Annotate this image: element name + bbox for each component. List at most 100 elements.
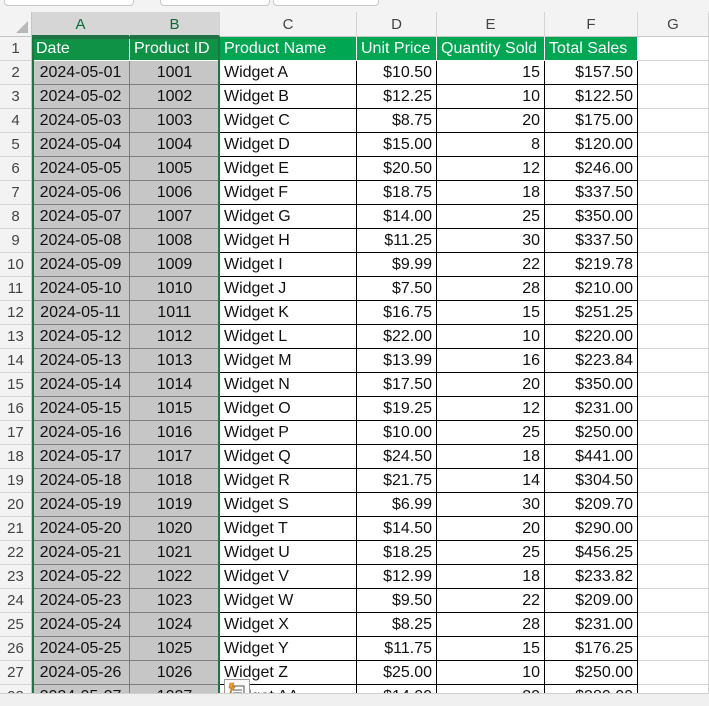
cell-product-id[interactable]: 1013 — [130, 349, 220, 373]
row-header[interactable]: 25 — [0, 613, 32, 637]
row-header[interactable]: 3 — [0, 85, 32, 109]
column-header-d[interactable]: D — [357, 12, 437, 37]
cell-product-name[interactable]: Widget R — [220, 469, 357, 493]
cell-total-sales[interactable]: $456.25 — [545, 541, 638, 565]
toolbar-button-edge[interactable] — [160, 0, 270, 6]
cell-unit-price[interactable]: $25.00 — [357, 661, 437, 685]
cell-product-name[interactable]: Widget I — [220, 253, 357, 277]
header-cell-product-name[interactable]: Product Name — [220, 37, 357, 61]
cell-quantity-sold[interactable]: 10 — [437, 661, 545, 685]
cell-quantity-sold[interactable]: 18 — [437, 445, 545, 469]
cell-product-id[interactable]: 1010 — [130, 277, 220, 301]
cell-product-id[interactable]: 1016 — [130, 421, 220, 445]
cell-product-name[interactable]: Widget M — [220, 349, 357, 373]
cell-total-sales[interactable]: $220.00 — [545, 325, 638, 349]
row-header[interactable]: 20 — [0, 493, 32, 517]
cell-product-name[interactable]: Widget W — [220, 589, 357, 613]
horizontal-scrollbar[interactable] — [0, 693, 709, 706]
row-header[interactable]: 18 — [0, 445, 32, 469]
column-header-a[interactable]: A — [32, 12, 130, 37]
cell-total-sales[interactable]: $233.82 — [545, 565, 638, 589]
cell-product-id[interactable]: 1023 — [130, 589, 220, 613]
cell-product-id[interactable]: 1005 — [130, 157, 220, 181]
column-header-f[interactable]: F — [545, 12, 638, 37]
cell-unit-price[interactable]: $12.25 — [357, 85, 437, 109]
cell-total-sales[interactable]: $176.25 — [545, 637, 638, 661]
cell-total-sales[interactable]: $157.50 — [545, 61, 638, 85]
cell-unit-price[interactable]: $22.00 — [357, 325, 437, 349]
empty-cell[interactable] — [638, 349, 709, 373]
cell-product-name[interactable]: Widget S — [220, 493, 357, 517]
empty-cell[interactable] — [638, 661, 709, 685]
cell-product-name[interactable]: Widget P — [220, 421, 357, 445]
empty-cell[interactable] — [638, 517, 709, 541]
select-all-button[interactable] — [0, 12, 32, 37]
cell-date[interactable]: 2024-05-21 — [32, 541, 130, 565]
cell-quantity-sold[interactable]: 22 — [437, 589, 545, 613]
cell-unit-price[interactable]: $18.25 — [357, 541, 437, 565]
cell-product-id[interactable]: 1006 — [130, 181, 220, 205]
cell-product-id[interactable]: 1008 — [130, 229, 220, 253]
cell-date[interactable]: 2024-05-16 — [32, 421, 130, 445]
cell-total-sales[interactable]: $231.00 — [545, 397, 638, 421]
cell-product-id[interactable]: 1015 — [130, 397, 220, 421]
cell-total-sales[interactable]: $250.00 — [545, 661, 638, 685]
cell-product-name[interactable]: Widget Y — [220, 637, 357, 661]
cell-total-sales[interactable]: $231.00 — [545, 613, 638, 637]
cell-unit-price[interactable]: $18.75 — [357, 181, 437, 205]
cell-quantity-sold[interactable]: 16 — [437, 349, 545, 373]
row-header[interactable]: 12 — [0, 301, 32, 325]
cell-unit-price[interactable]: $7.50 — [357, 277, 437, 301]
empty-cell[interactable] — [638, 37, 709, 61]
cell-product-name[interactable]: Widget X — [220, 613, 357, 637]
empty-cell[interactable] — [638, 421, 709, 445]
column-header-c[interactable]: C — [220, 12, 357, 37]
cell-product-id[interactable]: 1019 — [130, 493, 220, 517]
cell-total-sales[interactable]: $250.00 — [545, 421, 638, 445]
row-header[interactable]: 5 — [0, 133, 32, 157]
row-header[interactable]: 11 — [0, 277, 32, 301]
cell-quantity-sold[interactable]: 14 — [437, 469, 545, 493]
cell-total-sales[interactable]: $223.84 — [545, 349, 638, 373]
cell-date[interactable]: 2024-05-23 — [32, 589, 130, 613]
cell-quantity-sold[interactable]: 20 — [437, 517, 545, 541]
cell-unit-price[interactable]: $14.00 — [357, 205, 437, 229]
row-header[interactable]: 23 — [0, 565, 32, 589]
cell-unit-price[interactable]: $19.25 — [357, 397, 437, 421]
empty-cell[interactable] — [638, 565, 709, 589]
row-header[interactable]: 27 — [0, 661, 32, 685]
empty-cell[interactable] — [638, 373, 709, 397]
cell-quantity-sold[interactable]: 30 — [437, 493, 545, 517]
cell-total-sales[interactable]: $210.00 — [545, 277, 638, 301]
cell-date[interactable]: 2024-05-24 — [32, 613, 130, 637]
empty-cell[interactable] — [638, 109, 709, 133]
empty-cell[interactable] — [638, 637, 709, 661]
row-header[interactable]: 10 — [0, 253, 32, 277]
cell-total-sales[interactable]: $209.70 — [545, 493, 638, 517]
cell-date[interactable]: 2024-05-05 — [32, 157, 130, 181]
cell-total-sales[interactable]: $350.00 — [545, 205, 638, 229]
cell-product-id[interactable]: 1001 — [130, 61, 220, 85]
cell-product-id[interactable]: 1018 — [130, 469, 220, 493]
cell-quantity-sold[interactable]: 15 — [437, 301, 545, 325]
cell-unit-price[interactable]: $21.75 — [357, 469, 437, 493]
cell-date[interactable]: 2024-05-18 — [32, 469, 130, 493]
cell-total-sales[interactable]: $441.00 — [545, 445, 638, 469]
header-cell-product-id[interactable]: Product ID — [130, 37, 220, 61]
name-box-edge[interactable] — [4, 0, 134, 6]
cell-unit-price[interactable]: $12.99 — [357, 565, 437, 589]
row-header[interactable]: 8 — [0, 205, 32, 229]
cell-date[interactable]: 2024-05-22 — [32, 565, 130, 589]
cell-quantity-sold[interactable]: 18 — [437, 565, 545, 589]
column-header-e[interactable]: E — [437, 12, 545, 37]
cell-total-sales[interactable]: $246.00 — [545, 157, 638, 181]
cell-unit-price[interactable]: $10.00 — [357, 421, 437, 445]
row-header[interactable]: 22 — [0, 541, 32, 565]
cell-total-sales[interactable]: $290.00 — [545, 517, 638, 541]
empty-cell[interactable] — [638, 469, 709, 493]
empty-cell[interactable] — [638, 397, 709, 421]
cell-date[interactable]: 2024-05-25 — [32, 637, 130, 661]
cell-quantity-sold[interactable]: 18 — [437, 181, 545, 205]
column-header-g[interactable]: G — [638, 12, 709, 37]
empty-cell[interactable] — [638, 301, 709, 325]
